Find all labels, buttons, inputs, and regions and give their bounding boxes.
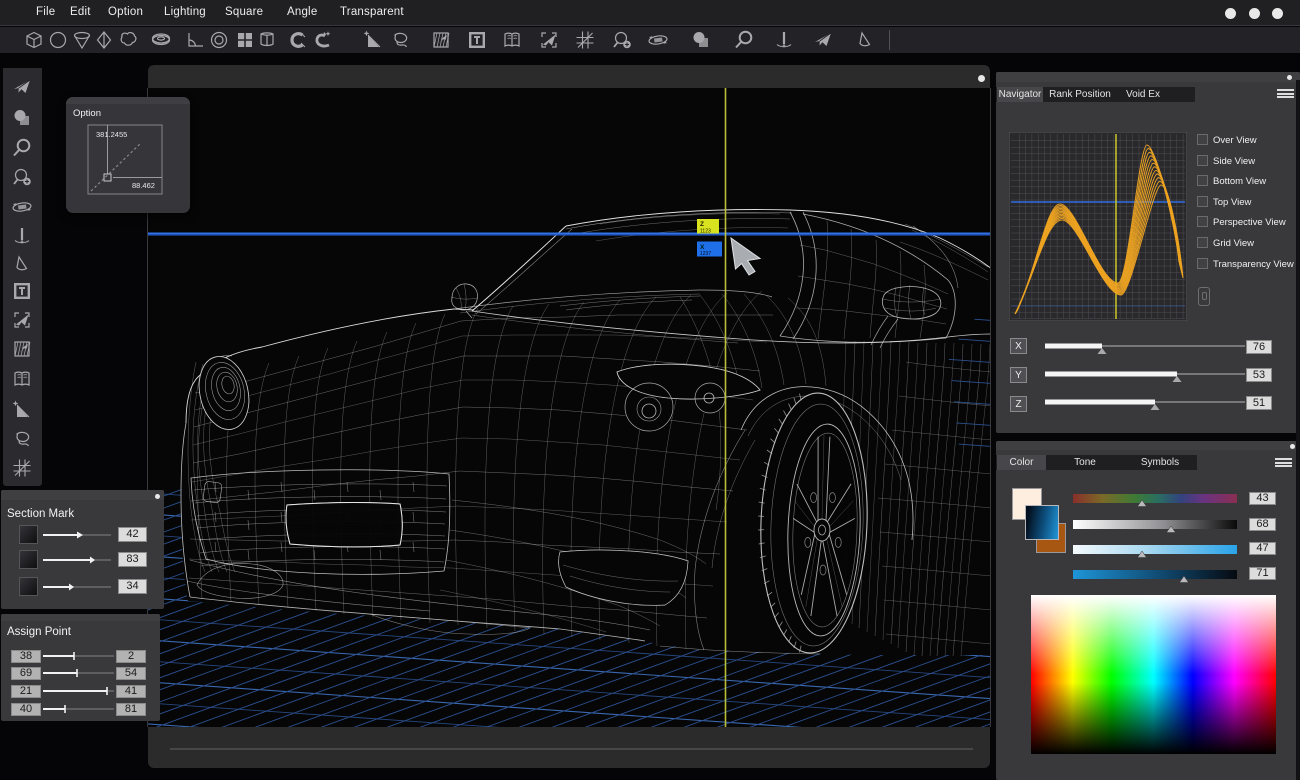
svg-text:Z: Z [700,221,704,228]
svg-text:1123: 1123 [700,229,711,235]
svg-text:381.2455: 381.2455 [96,130,127,139]
svg-text:88.462: 88.462 [132,181,155,190]
svg-text:1237: 1237 [700,251,711,257]
svg-text:X: X [700,244,705,251]
